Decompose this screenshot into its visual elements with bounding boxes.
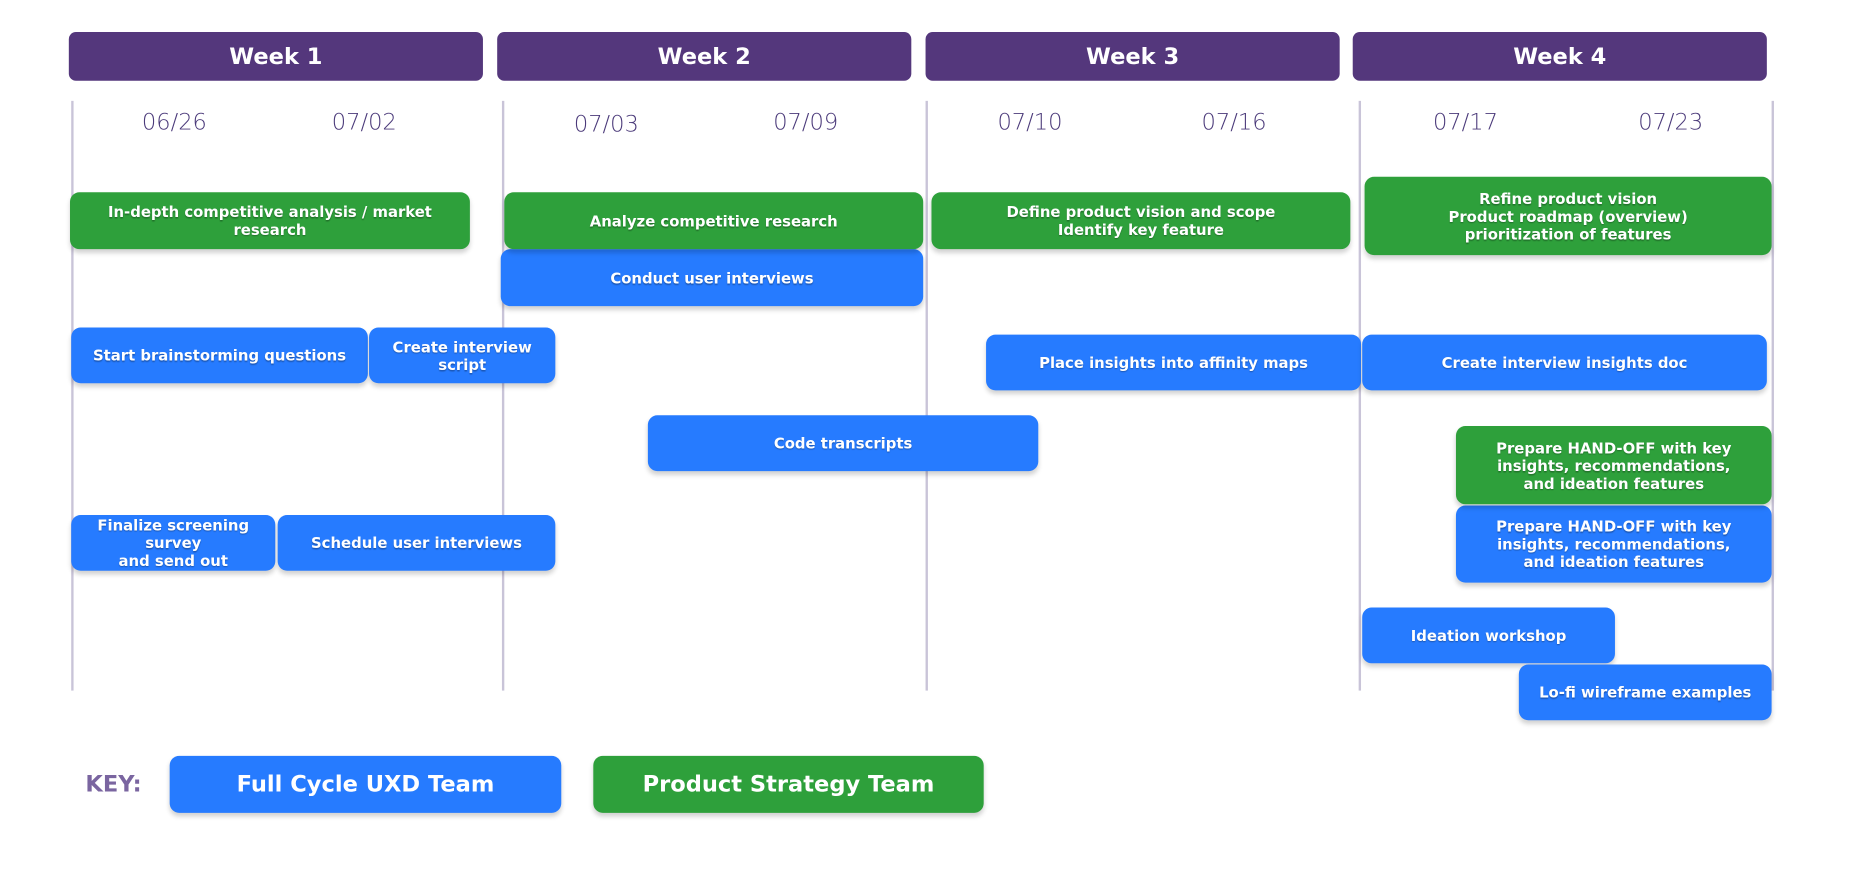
- key-ux-team: Full Cycle UXD Team: [169, 755, 562, 813]
- task-bar: Ideation workshop: [1362, 607, 1615, 664]
- timeline-diagram: Week 1 Week 2 Week 3 Week 4 06/26 07/02 …: [0, 0, 1851, 876]
- week-2-header: Week 2: [497, 32, 912, 81]
- key-label: KEY:: [85, 771, 142, 798]
- task-bar: Place insights into affinity maps: [986, 334, 1362, 391]
- task-bar: Create interview script: [369, 327, 556, 384]
- task-bar: Conduct user interviews: [500, 249, 924, 307]
- task-bar: Analyze competitive research: [504, 192, 924, 250]
- date-label: 06/26: [141, 109, 207, 136]
- week-divider: [1771, 100, 1774, 691]
- task-bar: Create interview insights doc: [1362, 334, 1767, 391]
- week-divider: [1358, 100, 1362, 691]
- task-bar: Schedule user interviews: [277, 514, 556, 571]
- task-bar: In-depth competitive analysis / market r…: [70, 192, 470, 250]
- week-divider: [501, 100, 505, 691]
- week-1-header: Week 1: [68, 32, 483, 81]
- week-divider: [71, 100, 74, 691]
- date-label: 07/16: [1201, 109, 1267, 136]
- date-label: 07/23: [1638, 109, 1704, 136]
- week-divider: [925, 100, 928, 691]
- date-label: 07/17: [1432, 109, 1498, 136]
- task-bar: Define product vision and scope Identify…: [931, 192, 1351, 250]
- week-4-header: Week 4: [1352, 32, 1767, 81]
- task-bar: Finalize screening survey and send out: [71, 514, 276, 571]
- task-bar: Prepare HAND-OFF with key insights, reco…: [1455, 505, 1772, 583]
- task-bar: Prepare HAND-OFF with key insights, reco…: [1455, 425, 1772, 505]
- date-label: 07/03: [573, 111, 639, 138]
- key-strategy-team: Product Strategy Team: [593, 755, 984, 813]
- task-bar: Refine product vision Product roadmap (o…: [1364, 176, 1772, 256]
- week-3-header: Week 3: [925, 32, 1340, 81]
- date-label: 07/02: [331, 109, 397, 136]
- task-bar: Lo-fi wireframe examples: [1518, 664, 1772, 721]
- date-label: 07/10: [997, 109, 1063, 136]
- date-label: 07/09: [773, 109, 839, 136]
- task-bar: Start brainstorming questions: [71, 327, 368, 384]
- task-bar: Code transcripts: [647, 415, 1039, 472]
